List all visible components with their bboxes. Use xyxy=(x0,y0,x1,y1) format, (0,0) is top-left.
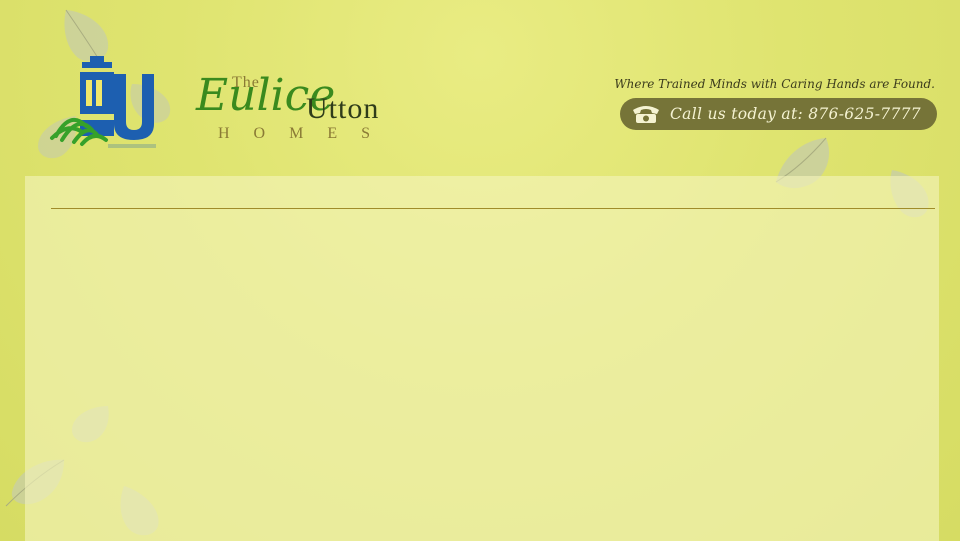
divider xyxy=(51,208,935,209)
main-content xyxy=(25,176,939,541)
logo[interactable] xyxy=(48,52,172,164)
contact-phone[interactable]: Call us today at: 876-625-7777 xyxy=(620,98,937,130)
wordmark-the: The xyxy=(232,74,260,91)
wordmark-homes: HOMES xyxy=(218,125,395,142)
wordmark-utton: Utton xyxy=(306,92,380,125)
logo-emblem xyxy=(50,56,156,148)
wordmark[interactable]: Eulice The Utton HOMES xyxy=(196,72,426,152)
phone-icon xyxy=(633,106,659,123)
contact-text: Call us today at: 876-625-7777 xyxy=(670,105,921,123)
tagline: Where Trained Minds with Caring Hands ar… xyxy=(614,77,935,91)
